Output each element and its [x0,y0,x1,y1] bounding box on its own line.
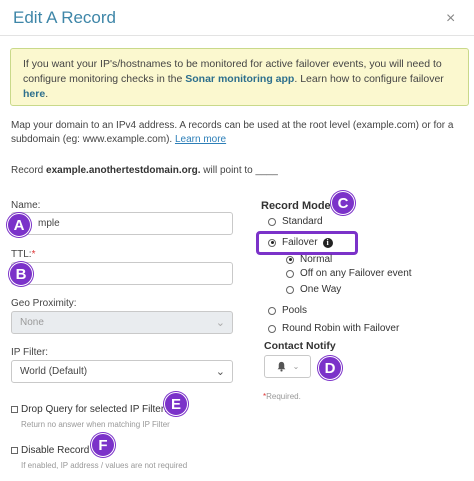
drop-query-help: Return no answer when matching IP Filter [21,420,170,429]
chevron-down-icon: ⌄ [215,366,225,378]
point-to-text: Record example.anothertestdomain.org. wi… [11,165,278,176]
callout-badge-a: A [7,213,31,237]
callout-badge-b: B [9,262,33,286]
geo-proximity-label: Geo Proximity: [11,298,77,309]
chevron-down-icon: ⌄ [215,317,225,329]
radio-standard[interactable]: Standard [268,216,323,227]
callout-badge-e: E [164,392,188,416]
radio-dot[interactable] [268,217,276,226]
ttl-input[interactable] [11,262,233,285]
contact-notify-title: Contact Notify [264,340,336,352]
geo-proximity-select: None ⌄ [11,311,233,334]
here-link[interactable]: here [23,88,45,100]
radio-pools[interactable]: Pools [268,305,307,316]
modal-title: Edit A Record [13,8,117,27]
name-input[interactable]: mple [11,212,233,235]
alert-line-3: here. [23,88,49,100]
monitoring-alert: If you want your IP's/hostnames to be mo… [10,48,469,106]
record-domain: example.anothertestdomain.org. [46,165,201,176]
ttl-label: TTL:* [11,249,36,260]
sonar-monitoring-link[interactable]: Sonar monitoring app [185,73,294,85]
radio-dot-selected[interactable] [286,255,294,264]
modal-header: Edit A Record × [0,0,474,36]
radio-dot[interactable] [286,285,294,294]
radio-round-robin-failover[interactable]: Round Robin with Failover [268,323,399,334]
drop-query-checkbox[interactable]: Drop Query for selected IP Filter: [11,404,167,415]
callout-badge-f: F [91,433,115,457]
record-mode-title: Record Mode [261,200,331,212]
ip-filter-label: IP Filter: [11,347,49,358]
disable-record-help: If enabled, IP address / values are not … [21,461,188,470]
intro-text: Map your domain to an IPv4 address. A re… [11,120,454,145]
callout-badge-d: D [318,356,342,380]
radio-failover[interactable]: Failover i [268,237,333,248]
alert-line-2: configure monitoring checks in the Sonar… [23,73,444,85]
name-label: Name: [11,200,41,211]
contact-notify-dropdown[interactable]: ⌄ [264,355,311,378]
disable-record-checkbox[interactable]: Disable Record [11,445,89,456]
learn-more-link[interactable]: Learn more [175,134,226,145]
callout-badge-c: C [331,191,355,215]
checkbox-box[interactable] [11,447,18,454]
radio-dot[interactable] [286,269,294,278]
radio-off-any-failover[interactable]: Off on any Failover event [286,268,412,279]
ip-filter-select[interactable]: World (Default) ⌄ [11,360,233,383]
radio-one-way[interactable]: One Way [286,284,341,295]
alert-line-1: If you want your IP's/hostnames to be mo… [23,58,442,70]
required-note: *Required. [263,392,301,401]
radio-normal[interactable]: Normal [286,254,332,265]
radio-dot[interactable] [268,306,276,315]
chevron-down-icon: ⌄ [292,362,300,371]
checkbox-box[interactable] [11,406,18,413]
radio-dot-selected[interactable] [268,238,276,247]
radio-dot[interactable] [268,324,276,333]
info-icon[interactable]: i [322,237,333,248]
close-icon[interactable]: × [446,10,455,28]
bell-icon [277,361,285,372]
